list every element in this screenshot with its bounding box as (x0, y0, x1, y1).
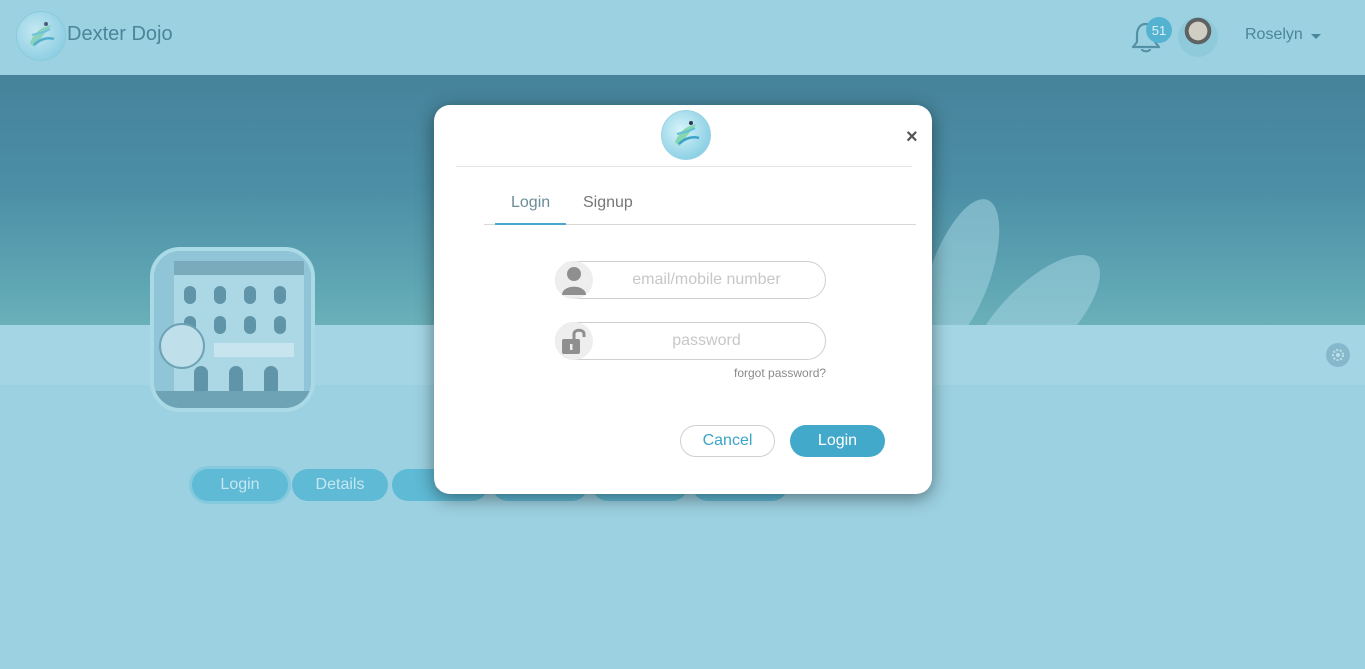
cancel-button[interactable]: Cancel (680, 425, 775, 457)
forgot-password-link[interactable]: forgot password? (734, 366, 826, 380)
password-input[interactable] (594, 325, 819, 357)
email-field-wrapper (555, 261, 826, 299)
user-icon (555, 261, 593, 299)
auth-tabs: Login Signup (484, 190, 916, 225)
login-modal: × Login Signup forgot password? Cancel L… (434, 105, 932, 494)
tab-login[interactable]: Login (495, 190, 567, 225)
login-button[interactable]: Login (790, 425, 885, 457)
modal-divider (456, 166, 912, 167)
unlock-icon (555, 322, 593, 360)
email-input[interactable] (594, 264, 819, 296)
password-field-wrapper (555, 322, 826, 360)
modal-logo-icon (661, 110, 711, 160)
close-icon[interactable]: × (906, 127, 918, 147)
tab-signup[interactable]: Signup (567, 190, 649, 225)
